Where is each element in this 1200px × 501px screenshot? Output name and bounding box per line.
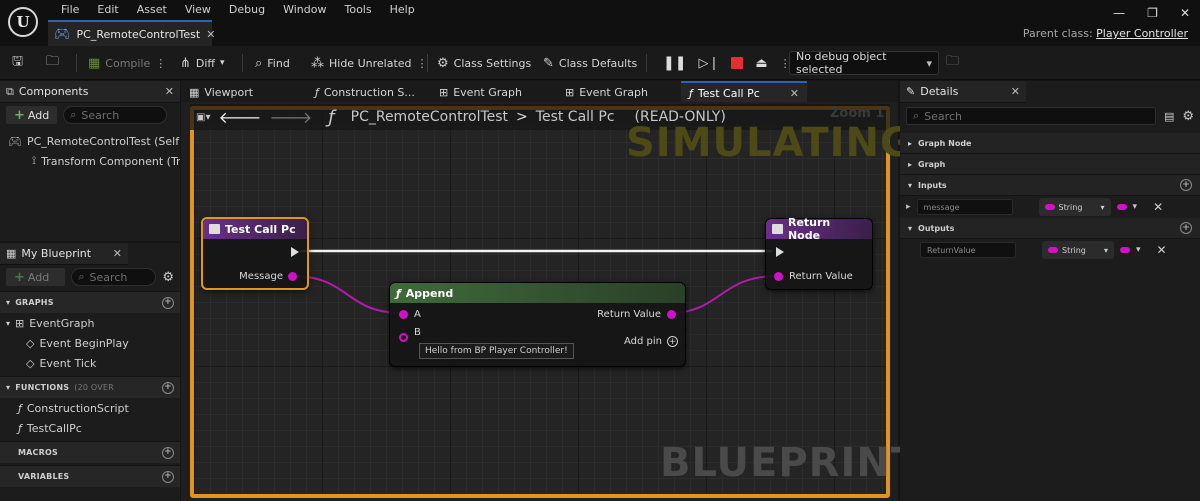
node-title: Test Call Pc [225,222,296,236]
exec-out-pin[interactable] [291,247,299,257]
close-tab-icon[interactable]: ✕ [1011,85,1020,98]
chevron-down-icon[interactable]: ▾ [1136,245,1141,255]
gear-icon[interactable]: ⚙ [1182,109,1194,124]
chevron-down-icon: ▾ [908,180,913,190]
add-output-icon[interactable]: + [1180,222,1192,234]
chevron-right-icon: ▸ [908,159,913,169]
input-type-label: String [1058,202,1083,212]
node-title: Append [405,286,454,300]
chevron-right-icon[interactable]: ▸ [906,202,911,212]
input-name-field[interactable]: message [916,199,1013,215]
node-title: Return Node [787,216,831,242]
pin-row-message: Message [239,271,297,282]
chevron-down-icon: ▾ [1103,245,1108,255]
details-tab-label: Details [920,85,959,98]
node-header: ƒ Append [390,283,685,303]
remove-output-icon[interactable]: ✕ [1157,243,1167,257]
add-pin-button[interactable]: Add pin + [624,336,678,347]
section-graph[interactable]: ▸ Graph [900,154,1200,175]
pin-label-message: Message [239,271,283,282]
string-type-icon [1048,247,1058,253]
chevron-right-icon: ▸ [908,138,913,148]
pin-message[interactable] [288,272,297,281]
exec-in-pin[interactable] [776,247,784,257]
remove-input-icon[interactable]: ✕ [1153,200,1163,214]
section-inputs[interactable]: ▾ Inputs + [900,175,1200,196]
container-type-icon[interactable] [1120,247,1130,253]
unreal-editor-window: U File Edit Asset View Debug Window Tool… [0,0,1200,501]
pin-label-a: A [414,309,421,320]
pin-b-default-input[interactable]: Hello from BP Player Controller! [419,343,574,359]
add-pin-icon: + [667,336,678,347]
pin-label-return: Return Value [597,309,661,320]
section-label: Inputs [918,180,947,190]
output-type-label: String [1062,245,1086,255]
function-icon: ƒ [396,286,401,300]
node-append[interactable]: ƒ Append A B Hello from BP Player Contro… [389,282,686,367]
pin-b[interactable] [399,333,408,342]
add-pin-label: Add pin [623,336,662,347]
section-label: Outputs [918,223,955,233]
pin-row-b: B [399,327,421,342]
details-toolbar: ⌕ Search ▤ ⚙ [900,103,1200,129]
details-icon: ✎ [906,85,916,98]
section-outputs[interactable]: ▾ Outputs + [900,218,1200,239]
section-label: Graph [918,159,946,169]
input-param-row: ▸ message String ▾ ▾ ✕ [900,196,1200,218]
node-header: Test Call Pc [203,219,307,239]
node-header: Return Node [766,216,872,242]
string-wire-append-to-return[interactable] [669,275,778,314]
function-result-icon [772,224,783,234]
pin-row-a: A [399,309,421,320]
function-entry-icon [209,224,220,234]
output-name-field[interactable]: ReturnValue [920,242,1016,258]
pin-label-return-value: Return Value [789,271,853,282]
pin-row-return: Return Value [597,309,676,320]
search-icon: ⌕ [913,109,920,122]
output-param-row: ReturnValue String ▾ ▾ ✕ [900,239,1200,261]
string-type-icon [1044,204,1055,210]
chevron-down-icon[interactable]: ▾ [1133,202,1138,212]
details-search-input[interactable]: ⌕ Search [906,107,1156,125]
section-graph-node[interactable]: ▸ Graph Node [900,133,1200,154]
section-label: Graph Node [918,138,972,148]
node-test-call-pc[interactable]: Test Call Pc Message [201,217,309,290]
add-input-icon[interactable]: + [1180,179,1192,191]
node-return[interactable]: Return Node Return Value [765,216,873,290]
pin-return-value[interactable] [667,310,676,319]
search-placeholder: Search [924,109,962,123]
details-tab[interactable]: ✎ Details ✕ [900,81,1026,103]
pin-label-b: B [414,327,421,338]
pin-row-return-value: Return Value [774,271,853,282]
chevron-down-icon: ▾ [908,223,913,233]
container-type-icon[interactable] [1116,204,1127,210]
input-type-select[interactable]: String ▾ [1038,198,1111,216]
details-panel: ✎ Details ✕ ⌕ Search ▤ ⚙ ▸ Graph Node ▸ G… [900,81,1200,501]
chevron-down-icon: ▾ [1100,202,1105,212]
output-type-select[interactable]: String ▾ [1042,241,1114,259]
pin-return-value-in[interactable] [774,272,783,281]
grid-view-icon[interactable]: ▤ [1164,110,1174,123]
pin-a[interactable] [399,310,408,319]
